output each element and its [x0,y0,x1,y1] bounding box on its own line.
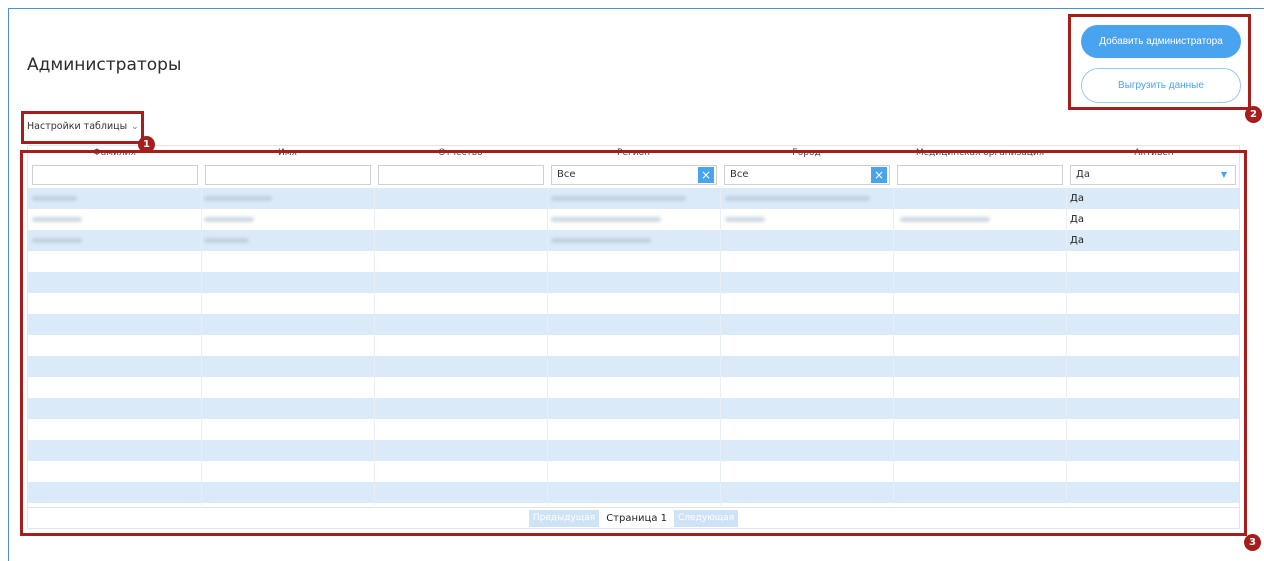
page-title: Администраторы [27,55,182,75]
annotation-box-2 [1068,14,1251,110]
annotation-badge-1: 1 [138,136,155,153]
annotation-box-3 [20,150,1247,536]
annotation-badge-2: 2 [1245,106,1262,123]
annotation-box-1 [21,111,144,144]
annotation-badge-3: 3 [1244,534,1261,551]
